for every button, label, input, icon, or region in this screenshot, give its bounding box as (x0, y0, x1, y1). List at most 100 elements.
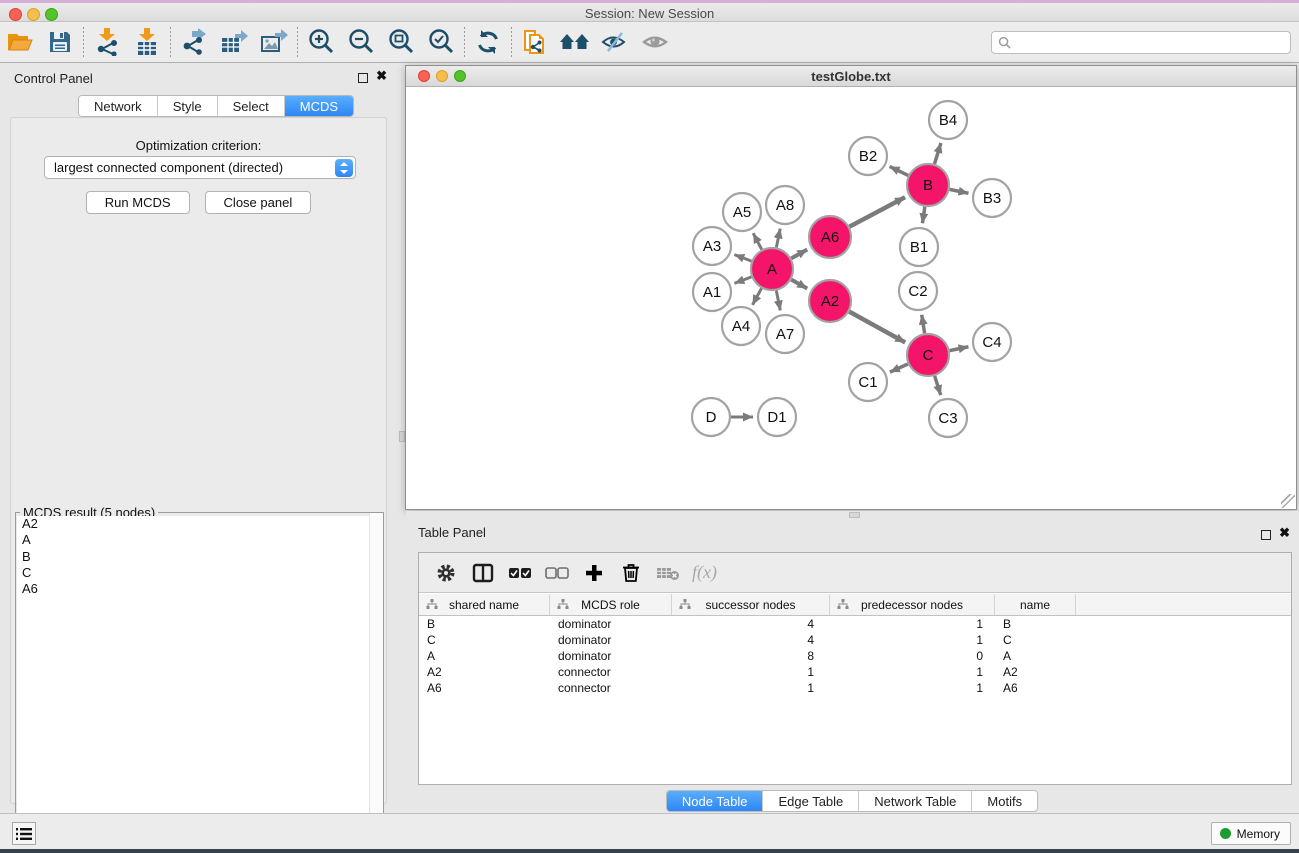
graph-edge-C-C2[interactable] (922, 315, 925, 334)
column-header[interactable]: successor nodes (672, 594, 830, 615)
tab-select[interactable]: Select (218, 96, 285, 116)
mcds-result-item[interactable]: B (17, 549, 383, 565)
graph-edge-A2-C[interactable] (849, 312, 905, 343)
graph-edge-A6-B[interactable] (849, 197, 905, 227)
show-all-button[interactable] (635, 25, 675, 59)
graph-edge-A-A3[interactable] (734, 255, 751, 262)
table-header-row: shared nameMCDS rolesuccessor nodesprede… (419, 594, 1291, 616)
show-columns-button[interactable] (464, 557, 501, 589)
mcds-result-list[interactable]: A2ABCA6 (17, 516, 383, 853)
graph-node-label: A6 (821, 229, 839, 246)
table-cell: 1 (672, 680, 830, 696)
toolbar-separator (297, 27, 298, 57)
refresh-view-button[interactable] (468, 25, 508, 59)
graph-edge-C-C4[interactable] (950, 347, 969, 351)
deselect-all-rows-button[interactable] (538, 557, 575, 589)
add-column-button[interactable] (575, 557, 612, 589)
optimization-criterion-label: Optimization criterion: (11, 138, 386, 153)
window-resize-grip[interactable] (1281, 494, 1295, 508)
table-cell: 4 (672, 632, 830, 648)
function-builder-button[interactable]: f(x) (686, 557, 723, 589)
run-mcds-button[interactable]: Run MCDS (86, 191, 190, 214)
select-all-rows-button[interactable] (501, 557, 538, 589)
graph-edge-A-A5[interactable] (753, 233, 762, 249)
tab-style[interactable]: Style (158, 96, 218, 116)
mcds-result-item[interactable]: A6 (17, 581, 383, 597)
column-header[interactable]: predecessor nodes (830, 594, 995, 615)
graph-edge-A-A8[interactable] (776, 229, 780, 248)
fit-selected-button[interactable] (421, 25, 461, 59)
mcds-result-item[interactable]: C (17, 565, 383, 581)
network-canvas[interactable]: B4B2BB3A8A5A6A3B1AA1C2A2A4A7C4CC1C3DD1 (406, 87, 1296, 509)
mcds-result-item[interactable]: A (17, 532, 383, 548)
graph-edge-C-C1[interactable] (890, 364, 908, 372)
export-network-button[interactable] (174, 25, 214, 59)
column-header[interactable]: MCDS role (550, 594, 672, 615)
task-history-button[interactable] (12, 822, 36, 845)
export-table-button[interactable] (214, 25, 254, 59)
mcds-list-scrollbar[interactable] (369, 513, 383, 853)
graph-edge-C-C3[interactable] (935, 376, 941, 395)
table-row[interactable]: A2connector11A2 (419, 664, 1291, 680)
table-cell: 8 (672, 648, 830, 664)
close-panel-icon[interactable]: ✖ (376, 68, 387, 84)
new-network-from-selection-button[interactable] (515, 25, 555, 59)
graph-edge-A-A7[interactable] (776, 291, 780, 311)
network-window-titlebar[interactable]: testGlobe.txt (406, 66, 1296, 87)
save-session-button[interactable] (40, 25, 80, 59)
memory-status-icon (1220, 828, 1231, 839)
hide-selected-button[interactable] (595, 25, 635, 59)
graph-node-label: D (706, 409, 717, 426)
zoom-out-button[interactable] (341, 25, 381, 59)
search-input[interactable] (1011, 36, 1290, 50)
mcds-result-item[interactable]: A2 (17, 516, 383, 532)
column-header[interactable]: name (995, 594, 1076, 615)
graph-edge-B-B4[interactable] (934, 143, 940, 164)
graph-edge-A-A2[interactable] (791, 280, 807, 289)
table-row[interactable]: A6connector11A6 (419, 680, 1291, 696)
table-cell: 1 (672, 664, 830, 680)
table-settings-button[interactable] (427, 557, 464, 589)
tab-network-table[interactable]: Network Table (859, 791, 972, 811)
import-table-button[interactable] (127, 25, 167, 59)
tab-node-table[interactable]: Node Table (667, 791, 764, 811)
mcds-result-group: MCDS result (5 nodes) A2ABCA6 (15, 512, 384, 853)
graph-edge-B-B1[interactable] (922, 207, 924, 223)
graph-edge-A-A4[interactable] (752, 288, 761, 305)
graph-node-label: C2 (908, 283, 927, 300)
close-panel-icon[interactable]: ✖ (1279, 525, 1290, 541)
fit-content-button[interactable] (381, 25, 421, 59)
graph-edge-A-A6[interactable] (791, 250, 807, 259)
table-row[interactable]: Cdominator41C (419, 632, 1291, 648)
export-network-icon (180, 28, 208, 56)
search-field[interactable] (991, 31, 1291, 54)
splitter-handle[interactable] (849, 512, 860, 518)
float-panel-icon[interactable] (358, 73, 368, 83)
delete-table-button[interactable] (649, 557, 686, 589)
tab-edge-table[interactable]: Edge Table (763, 791, 859, 811)
table-row[interactable]: Bdominator41B (419, 616, 1291, 632)
mcds-panel: Optimization criterion: largest connecte… (10, 117, 387, 804)
tab-network[interactable]: Network (79, 96, 158, 116)
table-row[interactable]: Adominator80A (419, 648, 1291, 664)
network-graph: B4B2BB3A8A5A6A3B1AA1C2A2A4A7C4CC1C3DD1 (406, 87, 1296, 509)
open-session-button[interactable] (0, 25, 40, 59)
graph-edge-B-B3[interactable] (950, 189, 969, 193)
graph-edge-A-A1[interactable] (734, 277, 751, 284)
tab-motifs[interactable]: Motifs (972, 791, 1037, 811)
export-image-button[interactable] (254, 25, 294, 59)
graph-edge-B-B2[interactable] (890, 166, 909, 175)
float-panel-icon[interactable] (1261, 530, 1271, 540)
tab-mcds[interactable]: MCDS (285, 96, 353, 116)
horizontal-splitter[interactable] (406, 511, 1299, 520)
zoom-in-button[interactable] (301, 25, 341, 59)
criterion-dropdown[interactable]: largest connected component (directed) (44, 156, 356, 179)
delete-columns-button[interactable] (612, 557, 649, 589)
first-neighbors-button[interactable] (555, 25, 595, 59)
table-body: Bdominator41BCdominator41CAdominator80AA… (419, 616, 1291, 696)
import-network-button[interactable] (87, 25, 127, 59)
toolbar-separator (170, 27, 171, 57)
close-panel-button[interactable]: Close panel (205, 191, 312, 214)
column-header[interactable]: shared name (419, 594, 550, 615)
memory-button[interactable]: Memory (1211, 822, 1291, 845)
